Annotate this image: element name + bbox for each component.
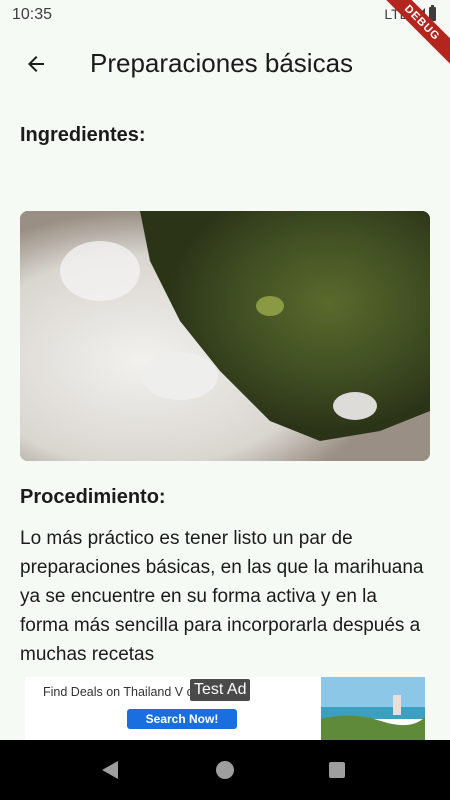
procedure-heading: Procedimiento: [20,486,166,508]
arrow-back-icon [28,56,44,72]
system-nav-bar [0,740,450,800]
procedure-text: Lo más práctico es tener listo un par de… [20,528,424,665]
back-button[interactable] [14,42,58,86]
ingredients-heading: Ingredientes: [20,124,146,146]
nav-recents-icon[interactable] [329,762,345,778]
ad-image [321,677,425,740]
status-bar: 10:35 LTE [0,0,450,32]
ad-label: Test Ad [190,679,251,701]
app-bar: Preparaciones básicas [0,32,450,96]
nav-home-icon[interactable] [216,761,234,779]
ad-search-button[interactable]: Search Now! [127,709,237,729]
status-time: 10:35 [12,6,53,23]
recipe-image [20,211,430,461]
page-title: Preparaciones básicas [90,48,354,78]
nav-back-icon[interactable] [102,761,118,779]
